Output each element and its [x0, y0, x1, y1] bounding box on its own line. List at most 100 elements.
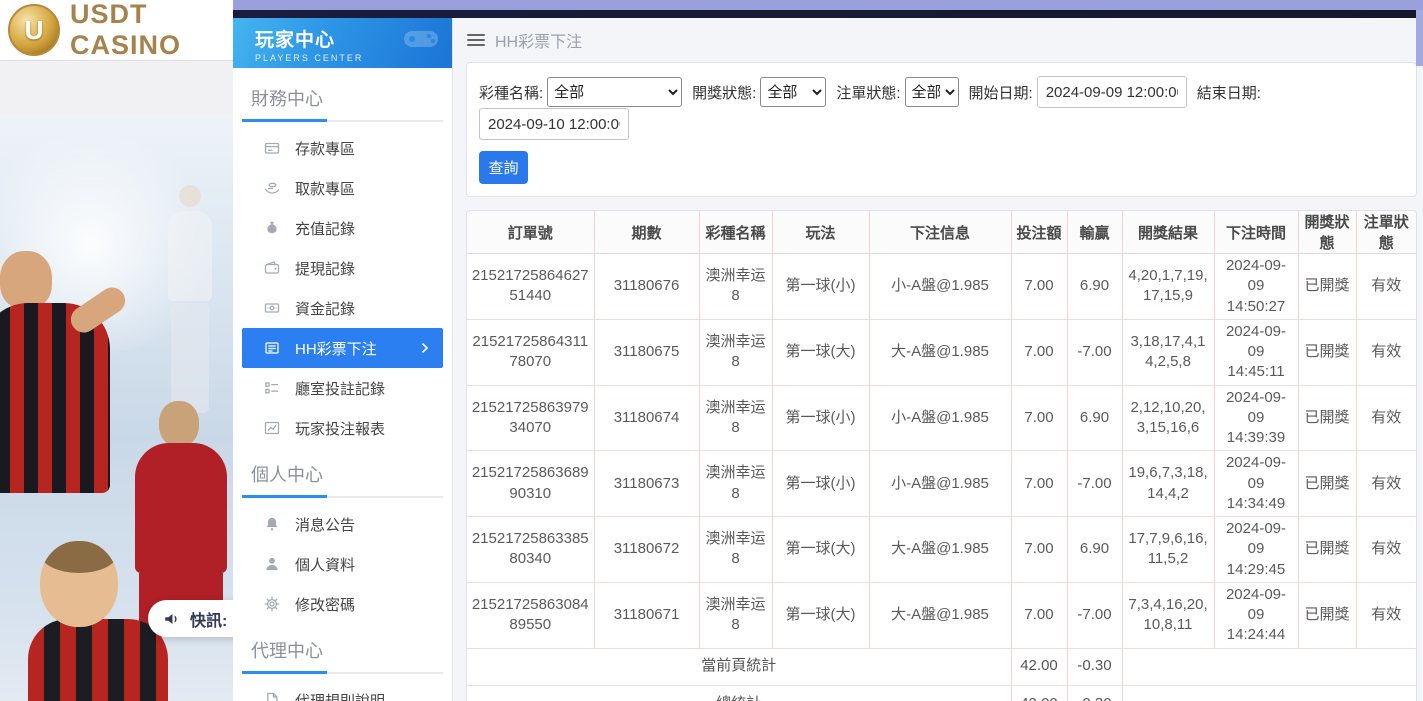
deposit-card-icon	[264, 140, 280, 156]
col-draw-result: 開獎結果	[1122, 211, 1214, 254]
cell-bet-amount: 7.00	[1011, 319, 1067, 385]
col-bet-time: 下注時間	[1214, 211, 1298, 254]
sidebar-item-withdraw[interactable]: 取款專區	[242, 168, 443, 208]
cell-winloss: 6.90	[1067, 254, 1122, 320]
col-order-no: 訂單號	[467, 211, 594, 254]
lottery-name-select[interactable]: 全部	[547, 77, 682, 107]
cell-bet-time: 2024-09-09 14:50:27	[1214, 254, 1298, 320]
cell-period: 31180675	[594, 319, 699, 385]
sidebar-item-label: 充值記錄	[295, 218, 355, 239]
col-period: 期數	[594, 211, 699, 254]
bell-icon	[264, 516, 280, 532]
cell-draw-result: 3,18,17,4,14,2,5,8	[1122, 319, 1214, 385]
sidebar-item-label: 資金記錄	[295, 298, 355, 319]
cell-play-type: 第一球(小)	[772, 254, 869, 320]
page-summary-row: 當前頁統計 42.00 -0.30	[467, 648, 1416, 685]
hamburger-icon[interactable]	[467, 34, 485, 46]
cell-order-status: 有效	[1356, 517, 1416, 583]
cell-bet-info: 大-A盤@1.985	[869, 517, 1011, 583]
total-summary-label: 總統計	[467, 685, 1011, 701]
cell-draw-result: 19,6,7,3,18,14,4,2	[1122, 451, 1214, 517]
cell-winloss: -7.00	[1067, 582, 1122, 648]
end-date-input[interactable]	[479, 108, 629, 140]
sidebar-item-label: 修改密碼	[295, 594, 355, 615]
usdt-casino-logo-icon[interactable]: U	[8, 4, 60, 56]
cell-winloss: 6.90	[1067, 385, 1122, 451]
cell-bet-time: 2024-09-09 14:24:44	[1214, 582, 1298, 648]
cell-order-no: 2152172586338580340	[467, 517, 594, 583]
cell-order-status: 有效	[1356, 319, 1416, 385]
cell-bet-time: 2024-09-09 14:45:11	[1214, 319, 1298, 385]
cell-lottery-name: 澳洲幸运8	[699, 385, 772, 451]
draw-status-label: 開獎狀態:	[692, 82, 756, 103]
cell-bet-time: 2024-09-09 14:34:49	[1214, 451, 1298, 517]
sidebar-item-hh-lottery-bets[interactable]: HH彩票下注	[242, 328, 443, 368]
order-status-label: 注單狀態:	[836, 82, 900, 103]
col-play-type: 玩法	[772, 211, 869, 254]
cell-draw-status: 已開獎	[1298, 385, 1356, 451]
total-summary-row: 總統計 42.00 -0.30	[467, 685, 1416, 701]
gamepad-icon	[402, 26, 442, 57]
lottery-name-label: 彩種名稱:	[479, 82, 543, 103]
sidebar-item-funds-record[interactable]: 資金記錄	[242, 288, 443, 328]
cell-lottery-name: 澳洲幸运8	[699, 319, 772, 385]
cell-draw-status: 已開獎	[1298, 451, 1356, 517]
draw-status-select[interactable]: 全部	[760, 77, 826, 107]
cell-bet-time: 2024-09-09 14:39:39	[1214, 385, 1298, 451]
cell-bet-info: 小-A盤@1.985	[869, 385, 1011, 451]
logo-bar: U USDT CASINO	[0, 0, 233, 60]
sidebar-item-label: 代理規則說明	[295, 690, 385, 701]
vertical-scrollbar[interactable]	[1416, 10, 1423, 66]
bets-table-card: 訂單號 期數 彩種名稱 玩法 下注信息 投注額 輸贏 開獎結果 下注時間 開獎狀…	[466, 210, 1417, 701]
start-date-input[interactable]	[1037, 76, 1187, 108]
logo-letter: U	[25, 15, 44, 46]
hero-player-striped	[0, 251, 132, 551]
wallet-icon	[264, 260, 280, 276]
sidebar-item-announcements[interactable]: 消息公告	[242, 504, 443, 544]
sidebar-item-change-password[interactable]: 修改密碼	[242, 584, 443, 624]
sidebar-header: 玩家中心 PLAYERS CENTER	[233, 18, 452, 68]
cell-draw-status: 已開獎	[1298, 517, 1356, 583]
cell-bet-info: 大-A盤@1.985	[869, 582, 1011, 648]
checklist-icon	[264, 380, 280, 396]
order-status-select[interactable]: 全部	[905, 77, 959, 107]
cell-period: 31180672	[594, 517, 699, 583]
sidebar-item-recharge-record[interactable]: 充值記錄	[242, 208, 443, 248]
start-date-label: 開始日期:	[969, 82, 1033, 103]
cell-period: 31180673	[594, 451, 699, 517]
sidebar-item-agent-rules[interactable]: 代理規則說明	[242, 680, 443, 701]
filter-panel: 彩種名稱: 全部 開獎狀態: 全部 注單狀態: 全部 開始日期: 結束日期: 查…	[466, 62, 1417, 197]
section-title-personal: 個人中心	[242, 448, 443, 496]
speaker-icon	[163, 610, 181, 628]
cell-bet-amount: 7.00	[1011, 385, 1067, 451]
app-root: U USDT CASINO 快訊:	[0, 0, 1423, 701]
report-chart-icon	[264, 420, 280, 436]
news-ticker-label: 快訊:	[190, 607, 227, 631]
cell-period: 31180671	[594, 582, 699, 648]
col-bet-info: 下注信息	[869, 211, 1011, 254]
cell-draw-status: 已開獎	[1298, 319, 1356, 385]
sidebar-item-profile[interactable]: 個人資料	[242, 544, 443, 584]
table-row: 2152172586397934070 31180674 澳洲幸运8 第一球(小…	[467, 385, 1416, 451]
sidebar-item-player-bet-report[interactable]: 玩家投注報表	[242, 408, 443, 448]
document-icon	[264, 692, 280, 701]
brand-name: USDT CASINO	[70, 0, 233, 61]
cell-order-no: 2152172586397934070	[467, 385, 594, 451]
left-spacer	[0, 60, 233, 115]
table-row: 2152172586462751440 31180676 澳洲幸运8 第一球(小…	[467, 254, 1416, 320]
cell-draw-result: 2,12,10,20,3,15,16,6	[1122, 385, 1214, 451]
table-row: 2152172586431178070 31180675 澳洲幸运8 第一球(大…	[467, 319, 1416, 385]
hero-goalkeeper-figure	[155, 185, 225, 415]
query-button[interactable]: 查詢	[479, 151, 528, 184]
top-banner-strip	[233, 0, 1423, 10]
sidebar-item-deposit[interactable]: 存款專區	[242, 128, 443, 168]
table-row: 2152172586338580340 31180672 澳洲幸运8 第一球(大…	[467, 517, 1416, 583]
sidebar-item-withdrawal-record[interactable]: 提現記錄	[242, 248, 443, 288]
cell-lottery-name: 澳洲幸运8	[699, 451, 772, 517]
cell-bet-info: 大-A盤@1.985	[869, 319, 1011, 385]
sidebar-item-room-bet-record[interactable]: 廳室投註記錄	[242, 368, 443, 408]
cell-winloss: 6.90	[1067, 517, 1122, 583]
col-lottery-name: 彩種名稱	[699, 211, 772, 254]
cell-lottery-name: 澳洲幸运8	[699, 582, 772, 648]
cell-play-type: 第一球(大)	[772, 582, 869, 648]
